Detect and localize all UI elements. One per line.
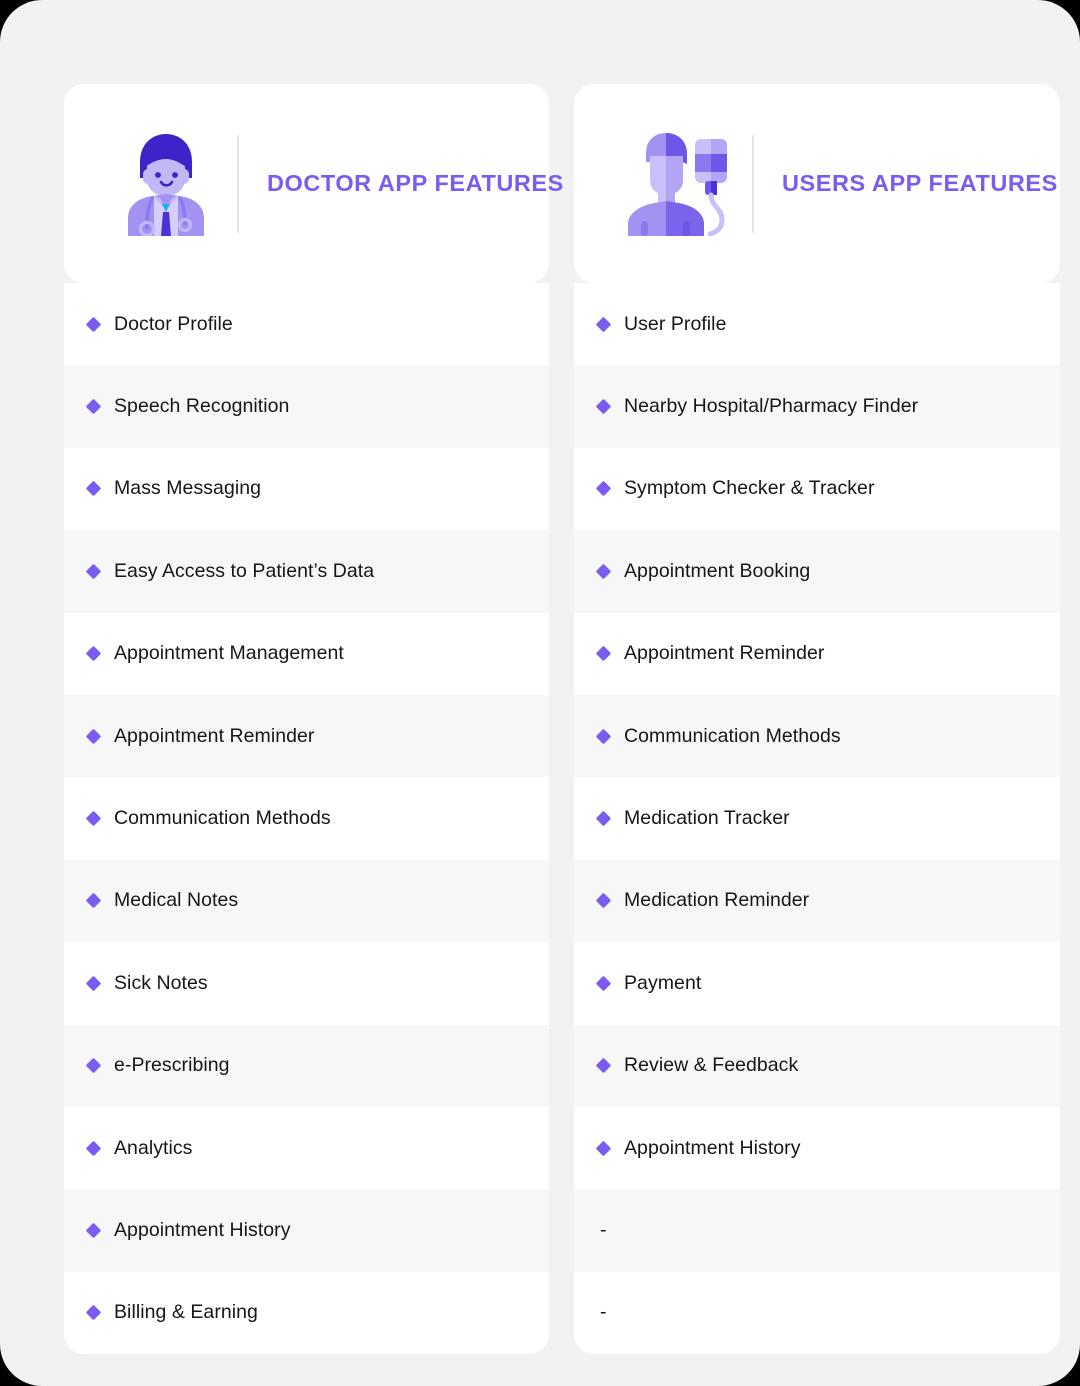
list-item-label: e-Prescribing bbox=[114, 1054, 230, 1077]
column-users-app: USERS APP FEATURES User Profile Nearby H… bbox=[574, 84, 1060, 1358]
diamond-bullet-icon bbox=[85, 398, 102, 415]
diamond-bullet-icon bbox=[595, 1057, 612, 1074]
list-item[interactable]: User Profile bbox=[574, 283, 1060, 366]
list-item-label: Appointment History bbox=[624, 1136, 801, 1159]
list-item-label: Nearby Hospital/Pharmacy Finder bbox=[624, 395, 919, 418]
diamond-bullet-icon bbox=[595, 563, 612, 580]
diamond-bullet-icon bbox=[85, 1140, 102, 1156]
comparison-panel: DOCTOR APP FEATURES Doctor Profile Speec… bbox=[22, 28, 1060, 1358]
list-item-label: Doctor Profile bbox=[114, 312, 233, 335]
list-item[interactable]: Appointment Booking bbox=[574, 530, 1060, 613]
list-item[interactable]: Doctor Profile bbox=[64, 283, 549, 366]
list-item[interactable]: Mass Messaging bbox=[64, 447, 549, 531]
list-item[interactable]: Sick Notes bbox=[64, 942, 549, 1025]
diamond-bullet-icon bbox=[85, 1305, 102, 1321]
users-app-feature-list: User Profile Nearby Hospital/Pharmacy Fi… bbox=[574, 283, 1060, 1355]
diamond-bullet-icon bbox=[85, 316, 102, 332]
list-item[interactable]: Appointment Management bbox=[64, 612, 549, 695]
diamond-bullet-icon bbox=[595, 398, 612, 415]
list-item[interactable]: Appointment History bbox=[574, 1106, 1060, 1190]
list-item[interactable]: Speech Recognition bbox=[64, 365, 549, 448]
diamond-bullet-icon bbox=[85, 975, 102, 992]
list-item[interactable]: Analytics bbox=[64, 1106, 549, 1190]
list-item-label: Appointment History bbox=[114, 1218, 291, 1241]
users-app-title: USERS APP FEATURES bbox=[782, 170, 1058, 196]
list-item-label: Payment bbox=[624, 971, 702, 994]
diamond-bullet-icon bbox=[85, 481, 102, 497]
list-item[interactable]: Appointment Reminder bbox=[574, 612, 1060, 695]
diamond-bullet-icon bbox=[85, 563, 102, 580]
list-item-label: Medication Reminder bbox=[624, 889, 810, 912]
list-item[interactable]: Communication Methods bbox=[574, 694, 1060, 778]
list-item-label: User Profile bbox=[624, 312, 727, 335]
diamond-bullet-icon bbox=[595, 1140, 612, 1156]
diamond-bullet-icon bbox=[85, 1222, 102, 1239]
diamond-bullet-icon bbox=[595, 645, 612, 662]
list-item-label: Symptom Checker & Tracker bbox=[624, 477, 875, 500]
diamond-bullet-icon bbox=[595, 728, 612, 744]
list-item[interactable]: Symptom Checker & Tracker bbox=[574, 447, 1060, 531]
list-item-label: Easy Access to Patient’s Data bbox=[114, 559, 375, 582]
list-item-label: Appointment Management bbox=[114, 642, 344, 665]
list-item-label: - bbox=[600, 1218, 607, 1241]
list-item-label: Appointment Reminder bbox=[114, 724, 315, 747]
diamond-bullet-icon bbox=[595, 893, 612, 909]
list-item-label: Appointment Booking bbox=[624, 559, 811, 582]
users-header-divider bbox=[752, 134, 754, 233]
list-item-label: Billing & Earning bbox=[114, 1301, 258, 1324]
list-item-label: - bbox=[600, 1301, 607, 1324]
list-item-label: Mass Messaging bbox=[114, 477, 262, 500]
list-item[interactable]: Nearby Hospital/Pharmacy Finder bbox=[574, 365, 1060, 448]
list-item-label: Sick Notes bbox=[114, 971, 208, 994]
list-item-label: Communication Methods bbox=[624, 724, 841, 747]
list-item[interactable]: e-Prescribing bbox=[64, 1024, 549, 1107]
list-item[interactable]: Billing & Earning bbox=[64, 1271, 549, 1355]
list-item[interactable]: Communication Methods bbox=[64, 777, 549, 860]
list-item-empty[interactable]: - bbox=[574, 1189, 1060, 1272]
list-item-label: Medication Tracker bbox=[624, 807, 790, 830]
list-item-label: Medical Notes bbox=[114, 889, 239, 912]
list-item-label: Appointment Reminder bbox=[624, 642, 825, 665]
list-item-label: Review & Feedback bbox=[624, 1054, 799, 1077]
diamond-bullet-icon bbox=[85, 893, 102, 909]
list-item-label: Analytics bbox=[114, 1136, 193, 1159]
list-item-empty[interactable]: - bbox=[574, 1271, 1060, 1355]
list-item[interactable]: Easy Access to Patient’s Data bbox=[64, 530, 549, 613]
doctor-app-title: DOCTOR APP FEATURES bbox=[267, 170, 564, 196]
list-item[interactable]: Appointment History bbox=[64, 1189, 549, 1272]
diamond-bullet-icon bbox=[85, 728, 102, 744]
doctor-avatar-icon bbox=[128, 133, 204, 236]
list-item[interactable]: Medical Notes bbox=[64, 859, 549, 943]
list-item-label: Communication Methods bbox=[114, 807, 331, 830]
column-doctor-app: DOCTOR APP FEATURES Doctor Profile Speec… bbox=[64, 84, 563, 1358]
diamond-bullet-icon bbox=[595, 975, 612, 992]
diamond-bullet-icon bbox=[85, 645, 102, 662]
diamond-bullet-icon bbox=[595, 316, 612, 332]
users-app-header-card: USERS APP FEATURES bbox=[574, 84, 1060, 283]
list-item-label: Speech Recognition bbox=[114, 395, 290, 418]
feature-columns: DOCTOR APP FEATURES Doctor Profile Speec… bbox=[64, 84, 1060, 1358]
list-item[interactable]: Review & Feedback bbox=[574, 1024, 1060, 1107]
diamond-bullet-icon bbox=[85, 1057, 102, 1074]
list-item[interactable]: Medication Reminder bbox=[574, 859, 1060, 943]
doctor-header-divider bbox=[237, 134, 239, 233]
doctor-app-header-card: DOCTOR APP FEATURES bbox=[64, 84, 563, 283]
diamond-bullet-icon bbox=[595, 810, 612, 827]
list-item[interactable]: Appointment Reminder bbox=[64, 694, 549, 778]
doctor-app-feature-list: Doctor Profile Speech Recognition Mass M… bbox=[64, 283, 549, 1355]
list-item[interactable]: Medication Tracker bbox=[574, 777, 1060, 860]
list-item[interactable]: Payment bbox=[574, 942, 1060, 1025]
diamond-bullet-icon bbox=[85, 810, 102, 827]
page-root: DOCTOR APP FEATURES Doctor Profile Speec… bbox=[0, 0, 1080, 1386]
diamond-bullet-icon bbox=[595, 481, 612, 497]
patient-iv-drip-icon bbox=[628, 132, 727, 236]
